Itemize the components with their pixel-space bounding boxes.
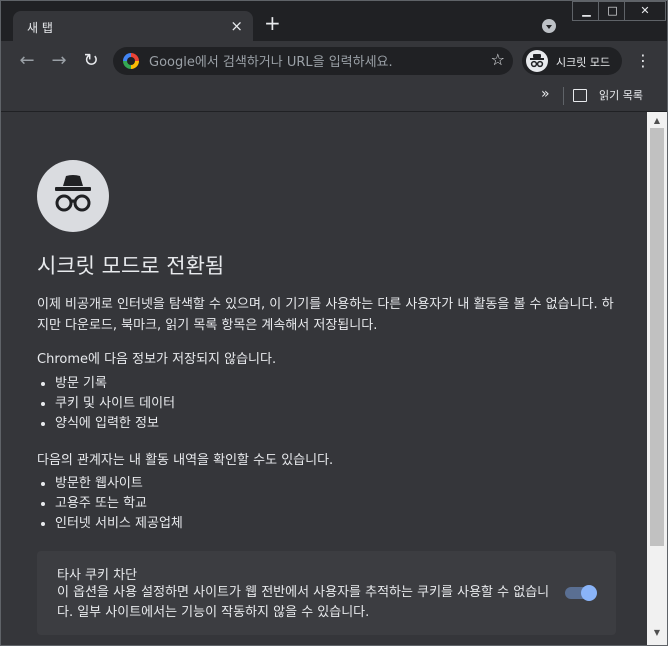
block-cookies-toggle[interactable] — [565, 585, 597, 601]
scroll-up-icon[interactable]: ▲ — [651, 116, 663, 128]
scroll-down-icon[interactable]: ▼ — [651, 628, 663, 640]
bookmark-star-icon[interactable]: ☆ — [491, 50, 505, 69]
intro-text: 이제 비공개로 인터넷을 탐색할 수 있으며, 이 기기를 사용하는 다른 사용… — [37, 297, 614, 333]
more-menu-icon[interactable]: ⋮ — [635, 49, 651, 73]
maximize-button[interactable]: □ — [598, 1, 627, 21]
scrollbar-thumb[interactable] — [650, 128, 664, 546]
incognito-icon — [37, 160, 109, 232]
browser-window: 새 탭 × + ▁ □ ✕ ← → ↻ ☆ — [0, 0, 668, 646]
tab-search-icon[interactable] — [542, 19, 556, 33]
bookmarks-divider — [563, 87, 564, 105]
back-icon[interactable]: ← — [15, 49, 39, 73]
tab-strip: 새 탭 × + ▁ □ ✕ — [1, 1, 667, 41]
list-item: 인터넷 서비스 제공업체 — [55, 514, 183, 534]
reading-list-label: 읽기 목록 — [599, 89, 643, 102]
incognito-page: 시크릿 모드로 전환됨 이제 비공개로 인터넷을 탐색할 수 있으며, 이 기기… — [1, 112, 647, 645]
omnibox[interactable]: ☆ — [113, 47, 513, 77]
list-item: 방문 기록 — [55, 374, 175, 394]
list-item: 쿠키 및 사이트 데이터 — [55, 394, 175, 414]
minimize-button[interactable]: ▁ — [572, 1, 601, 21]
visible-to-list: 방문한 웹사이트 고용주 또는 학교 인터넷 서비스 제공업체 — [37, 474, 183, 534]
toolbar: ← → ↻ ☆ 시크릿 모드 ⋮ — [1, 41, 667, 81]
reading-list-icon — [573, 89, 587, 102]
forward-icon[interactable]: → — [47, 49, 71, 73]
incognito-profile-button[interactable]: 시크릿 모드 — [522, 47, 622, 75]
third-party-cookie-card: 타사 쿠키 차단 이 옵션을 사용 설정하면 사이트가 웹 전반에서 사용자를 … — [37, 551, 616, 635]
reload-icon[interactable]: ↻ — [79, 49, 103, 73]
scrollbar[interactable]: ▲ ▼ — [647, 112, 667, 645]
google-icon — [123, 53, 139, 69]
bookmarks-overflow-icon[interactable]: » — [541, 86, 550, 102]
cookie-card-title: 타사 쿠키 차단 — [57, 568, 138, 583]
bookmarks-bar: » 읽기 목록 — [1, 81, 667, 112]
visible-to-heading: 다음의 관계자는 내 활동 내역을 확인할 수도 있습니다. — [37, 453, 334, 468]
list-item: 양식에 입력한 정보 — [55, 414, 175, 434]
close-icon[interactable]: × — [230, 17, 243, 35]
page-title: 시크릿 모드로 전환됨 — [37, 254, 225, 278]
tab-title: 새 탭 — [27, 21, 53, 35]
close-window-button[interactable]: ✕ — [624, 1, 666, 21]
not-saved-heading: Chrome에 다음 정보가 저장되지 않습니다. — [37, 352, 277, 367]
cookie-card-description: 이 옵션을 사용 설정하면 사이트가 웹 전반에서 사용자를 추적하는 쿠키를 … — [57, 585, 550, 620]
tab-new-tab[interactable]: 새 탭 × — [13, 11, 253, 41]
list-item: 고용주 또는 학교 — [55, 494, 183, 514]
toggle-knob — [581, 585, 597, 601]
address-input[interactable] — [147, 47, 481, 77]
list-item: 방문한 웹사이트 — [55, 474, 183, 494]
incognito-label: 시크릿 모드 — [556, 56, 611, 69]
not-saved-list: 방문 기록 쿠키 및 사이트 데이터 양식에 입력한 정보 — [37, 374, 175, 434]
new-tab-button[interactable]: + — [264, 13, 281, 33]
incognito-icon — [526, 50, 548, 72]
